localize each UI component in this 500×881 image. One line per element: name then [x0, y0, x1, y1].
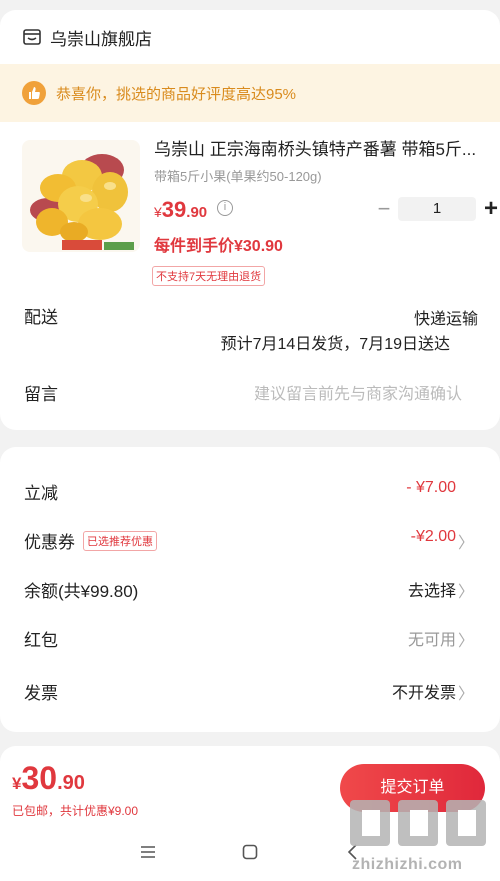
- coupon-label-wrap: 优惠券 已选推荐优惠: [24, 528, 157, 553]
- chevron-right-icon: 〉: [457, 633, 474, 650]
- coupon-badge: 已选推荐优惠: [83, 530, 157, 551]
- product-price: ¥ 39 .90: [154, 197, 207, 223]
- instant-discount-label: 立减: [24, 484, 58, 503]
- total-decimal: .90: [57, 772, 85, 794]
- shop-name: 乌崇山旗舰店: [50, 29, 152, 49]
- price-integer: 39: [161, 197, 187, 222]
- total-currency: ¥: [12, 774, 22, 793]
- home-icon[interactable]: [238, 840, 262, 864]
- menu-icon[interactable]: [136, 840, 160, 864]
- quantity-input[interactable]: 1: [398, 197, 476, 221]
- product-spec[interactable]: 带箱5斤小果(单果约50-120g): [154, 166, 322, 185]
- final-unit-price: 每件到手价¥30.90: [154, 238, 283, 255]
- chevron-right-icon: 〉: [457, 686, 474, 703]
- message-label: 留言: [24, 385, 58, 404]
- store-icon: [23, 29, 41, 45]
- return-policy-tag: 不支持7天无理由退货: [152, 266, 266, 286]
- coupon-row[interactable]: 优惠券 已选推荐优惠 -¥2.00 〉: [0, 528, 500, 554]
- discount-card: 立减 - ¥7.00 优惠券 已选推荐优惠 -¥2.00 〉 余额(共¥99.8…: [0, 447, 500, 732]
- product-image[interactable]: [22, 140, 140, 252]
- total-integer: 30: [21, 760, 58, 796]
- banner-text: 恭喜你，挑选的商品好评度高达95%: [56, 85, 297, 103]
- watermark-text: zhizhizhi.com: [352, 856, 463, 873]
- balance-row[interactable]: 余额(共¥99.80) 去选择 〉: [0, 577, 500, 603]
- info-icon[interactable]: i: [217, 200, 233, 216]
- balance-label: 余额(共¥99.80): [24, 582, 139, 601]
- red-packet-row[interactable]: 红包 无可用 〉: [0, 626, 500, 652]
- chevron-right-icon: 〉: [457, 535, 474, 552]
- instant-discount-value: - ¥7.00: [406, 479, 456, 496]
- invoice-label: 发票: [24, 684, 58, 703]
- coupon-label: 优惠券: [24, 533, 75, 552]
- minus-icon[interactable]: −: [376, 198, 392, 220]
- invoice-row[interactable]: 发票 不开发票 〉: [0, 679, 500, 705]
- discount-summary: 已包邮，共计优惠¥9.00: [12, 804, 139, 818]
- message-input[interactable]: 建议留言前先与商家沟通确认: [254, 380, 462, 404]
- instant-discount-row: 立减 - ¥7.00: [0, 479, 500, 505]
- order-item-card: 乌崇山旗舰店 恭喜你，挑选的商品好评度高达95% 乌崇山 正宗海南桥头镇特产番薯…: [0, 10, 500, 430]
- red-packet-label: 红包: [24, 631, 58, 650]
- invoice-value: 不开发票: [391, 685, 456, 702]
- praise-banner: 恭喜你，挑选的商品好评度高达95%: [0, 64, 500, 122]
- quantity-stepper: − 1 +: [376, 197, 500, 221]
- product-title[interactable]: 乌崇山 正宗海南桥头镇特产番薯 带箱5斤...: [154, 135, 484, 160]
- total-price: ¥ 30 .90: [12, 760, 85, 797]
- coupon-value: -¥2.00: [410, 528, 456, 545]
- price-decimal: .90: [186, 204, 208, 221]
- shop-header[interactable]: 乌崇山旗舰店: [22, 24, 152, 50]
- thumbs-up-icon: [22, 81, 46, 105]
- red-packet-value: 无可用: [407, 632, 456, 649]
- plus-icon[interactable]: +: [482, 197, 500, 221]
- delivery-label: 配送: [24, 308, 58, 327]
- delivery-method[interactable]: 快递运输: [414, 305, 478, 329]
- delivery-estimate: 预计7月14日发货，7月19日送达: [220, 336, 450, 353]
- balance-value: 去选择: [407, 583, 456, 600]
- chevron-right-icon: 〉: [457, 584, 474, 601]
- price-currency: ¥: [154, 204, 162, 220]
